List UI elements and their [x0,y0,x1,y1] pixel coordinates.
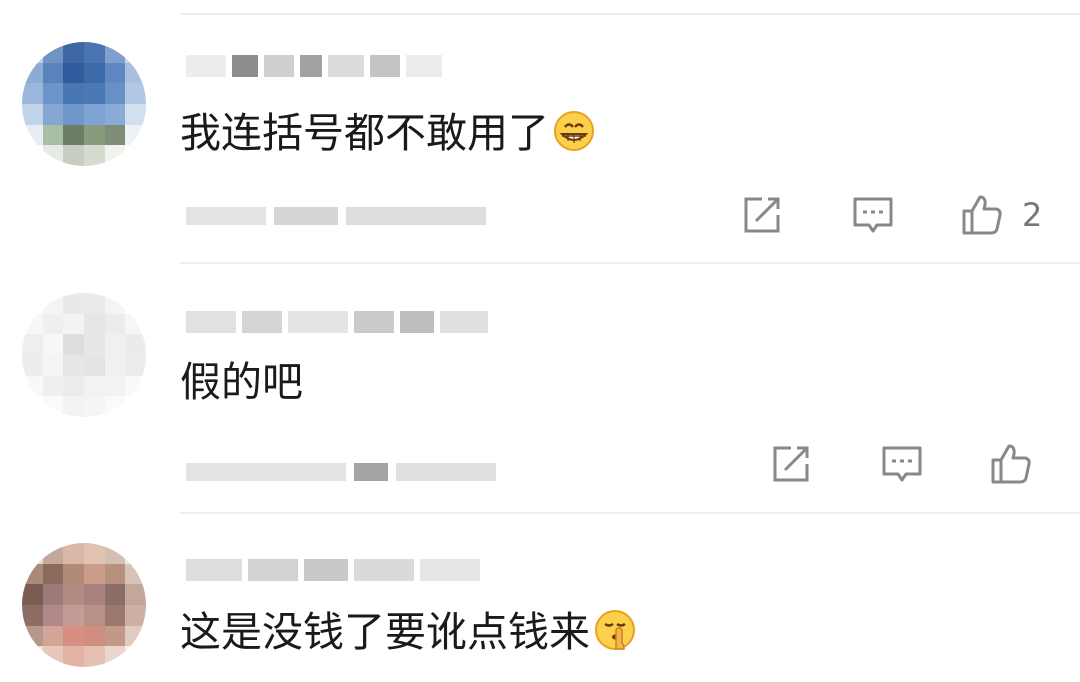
comment-text: 这是没钱了要讹点钱来 [180,606,636,663]
divider [180,512,1080,514]
avatar[interactable] [22,42,146,166]
comment-meta [186,196,486,236]
comment-icon [882,446,922,482]
avatar[interactable] [22,293,146,417]
thumbs-up-icon [991,444,1031,484]
username[interactable] [186,300,488,344]
comment-text: 假的吧 [180,356,303,408]
username[interactable] [186,548,480,592]
share-icon [744,197,780,233]
like-button[interactable] [989,442,1033,486]
thumbs-up-icon [962,195,1002,235]
comment-text-content: 我连括号都不敢用了 [180,109,549,157]
reply-button[interactable] [851,193,895,237]
like-button[interactable] [960,193,1004,237]
share-icon [773,446,809,482]
comment-text-content: 假的吧 [180,358,303,406]
comment-text-content: 这是没钱了要讹点钱来 [180,608,590,656]
share-button[interactable] [769,442,813,486]
comment-text: 我连括号都不敢用了 [180,107,595,164]
shushing-face-icon [594,609,636,663]
divider [180,262,1080,264]
comment-meta [186,452,496,492]
like-count: 2 [1022,196,1043,234]
grinning-face-icon [553,110,595,164]
reply-button[interactable] [880,442,924,486]
share-button[interactable] [740,193,784,237]
username[interactable] [186,44,442,88]
avatar[interactable] [22,543,146,667]
comment-icon [853,197,893,233]
divider-top [180,13,1080,15]
